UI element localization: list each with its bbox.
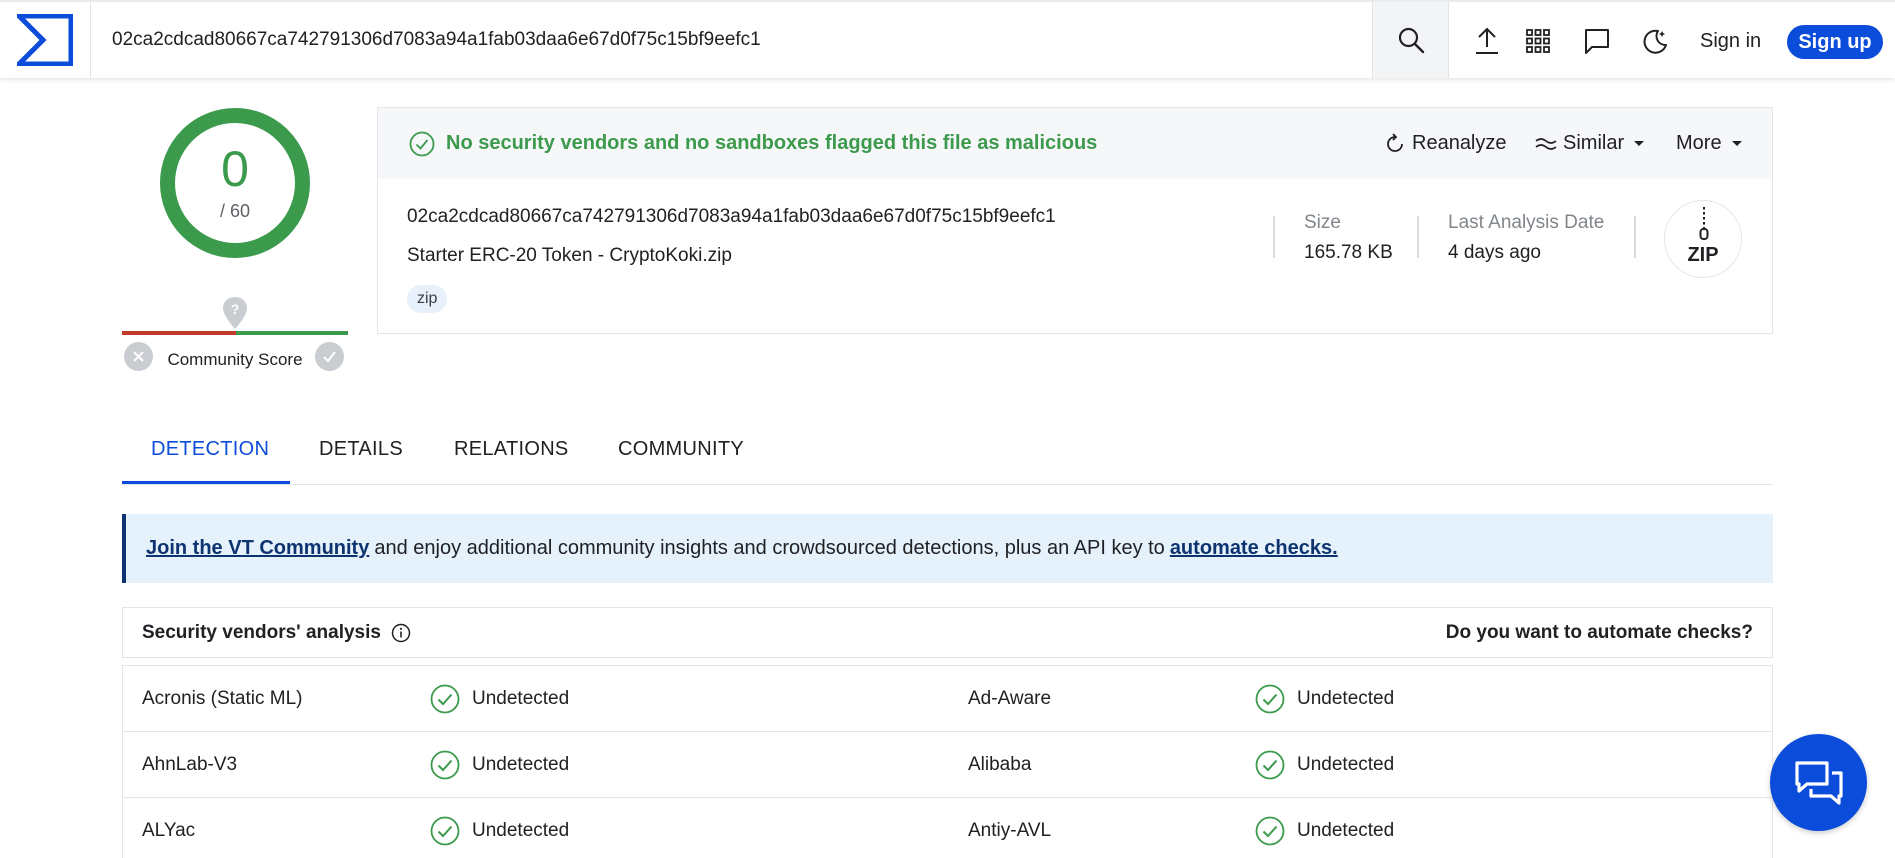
result-label: Undetected <box>1297 754 1395 775</box>
last-analysis-value: 4 days ago <box>1448 242 1541 263</box>
table-row: ALYac Undetected Antiy-AVL Undetected <box>123 798 1772 858</box>
feedback-button[interactable] <box>1582 26 1612 56</box>
check-circle-icon <box>430 750 460 780</box>
status-bar: No security vendors and no sandboxes fla… <box>378 108 1772 179</box>
divider <box>1634 216 1636 258</box>
file-type-label: ZIP <box>1687 244 1719 266</box>
check-circle-icon <box>430 684 460 714</box>
unknown-score-icon: ? <box>223 297 247 329</box>
search-icon <box>1398 27 1424 54</box>
apps-button[interactable] <box>1523 26 1553 56</box>
tab-detection[interactable]: DETECTION <box>151 438 269 461</box>
refresh-icon <box>1387 132 1403 152</box>
chat-bubble-icon <box>1585 29 1609 54</box>
result-label: Undetected <box>1297 820 1395 841</box>
file-hash[interactable]: 02ca2cdcad80667ca742791306d7083a94a1fab0… <box>407 206 1056 228</box>
reanalyze-button[interactable]: Reanalyze <box>1384 108 1507 179</box>
last-analysis-label: Last Analysis Date <box>1448 212 1605 233</box>
upload-icon <box>1476 27 1498 54</box>
similar-icon <box>1535 137 1557 150</box>
detection-count: 0 <box>221 141 249 197</box>
divider <box>1273 216 1275 258</box>
vendor-result: Undetected <box>430 732 569 798</box>
chevron-down-icon <box>1634 141 1645 146</box>
top-bar: 02ca2cdcad80667ca742791306d7083a94a1fab0… <box>0 0 1895 78</box>
reanalyze-label: Reanalyze <box>1412 132 1507 154</box>
theme-toggle-button[interactable] <box>1640 26 1670 56</box>
more-dropdown[interactable]: More <box>1676 108 1742 179</box>
logo-icon <box>17 14 73 66</box>
automate-checks-link[interactable]: automate checks. <box>1170 537 1338 560</box>
check-circle-icon <box>409 131 435 157</box>
vendors-table: Acronis (Static ML) Undetected Ad-Aware … <box>122 665 1773 858</box>
result-label: Undetected <box>472 688 570 709</box>
search-button[interactable] <box>1372 2 1449 78</box>
check-circle-icon <box>1255 816 1285 846</box>
vendor-name: AhnLab-V3 <box>142 754 238 775</box>
community-banner: Join the VT Community and enjoy addition… <box>122 514 1773 583</box>
info-icon[interactable] <box>391 623 411 643</box>
file-tag[interactable]: zip <box>407 285 448 313</box>
file-summary-card: No security vendors and no sandboxes fla… <box>377 107 1773 334</box>
more-label: More <box>1676 132 1722 154</box>
vendor-name: ALYac <box>142 820 196 841</box>
vendor-result: Undetected <box>430 666 569 732</box>
banner-text: and enjoy additional community insights … <box>374 537 1165 559</box>
community-score-label: Community Score <box>167 350 303 369</box>
size-value: 165.78 KB <box>1304 242 1393 263</box>
size-label: Size <box>1304 212 1341 233</box>
similar-dropdown[interactable]: Similar <box>1535 108 1645 179</box>
search-input[interactable]: 02ca2cdcad80667ca742791306d7083a94a1fab0… <box>112 2 761 78</box>
vendors-title-text: Security vendors' analysis <box>142 621 381 643</box>
join-community-link[interactable]: Join the VT Community <box>146 537 369 560</box>
tab-details[interactable]: DETAILS <box>319 438 403 461</box>
svg-text:?: ? <box>231 301 240 317</box>
file-name: Starter ERC-20 Token - CryptoKoki.zip <box>407 245 732 266</box>
sign-in-link[interactable]: Sign in <box>1700 2 1761 78</box>
vendor-result: Undetected <box>1255 666 1394 732</box>
active-tab-indicator <box>122 481 290 484</box>
virustotal-logo[interactable] <box>0 2 91 78</box>
chat-icon <box>1794 760 1843 805</box>
similar-label: Similar <box>1563 132 1625 154</box>
moon-icon <box>1643 29 1667 54</box>
check-circle-icon <box>1255 750 1285 780</box>
community-score-bar-positive <box>236 331 348 335</box>
automate-checks-prompt[interactable]: Do you want to automate checks? <box>1446 622 1753 644</box>
tabs-divider <box>122 484 1773 485</box>
vendors-header: Security vendors' analysis Do you want t… <box>122 607 1773 658</box>
sign-up-button[interactable]: Sign up <box>1787 25 1883 59</box>
vendor-name: Antiy-AVL <box>968 820 1052 841</box>
chat-support-button[interactable] <box>1770 734 1867 831</box>
check-circle-icon <box>1255 684 1285 714</box>
table-row: Acronis (Static ML) Undetected Ad-Aware … <box>123 666 1772 732</box>
table-row: AhnLab-V3 Undetected Alibaba Undetected <box>123 732 1772 798</box>
vendor-result: Undetected <box>1255 732 1394 798</box>
chevron-down-icon <box>1731 141 1742 146</box>
vendor-name: Acronis (Static ML) <box>142 688 303 709</box>
vendor-name: Ad-Aware <box>968 688 1052 709</box>
community-score-bar-negative <box>122 331 236 335</box>
vendor-name: Alibaba <box>968 754 1032 775</box>
tab-community[interactable]: COMMUNITY <box>618 438 744 461</box>
check-icon <box>323 351 336 363</box>
result-label: Undetected <box>1297 688 1395 709</box>
result-label: Undetected <box>472 820 570 841</box>
vendor-result: Undetected <box>1255 798 1394 858</box>
check-circle-icon <box>430 816 460 846</box>
vendor-result: Undetected <box>430 798 569 858</box>
zip-file-icon <box>1699 207 1709 240</box>
vote-harmless-button[interactable] <box>315 342 344 371</box>
detection-total: / 60 <box>219 201 251 221</box>
result-label: Undetected <box>472 754 570 775</box>
tab-relations[interactable]: RELATIONS <box>454 438 569 461</box>
divider <box>1417 216 1419 258</box>
vendors-title: Security vendors' analysis <box>142 622 411 644</box>
verdict-status: No security vendors and no sandboxes fla… <box>446 132 1098 154</box>
grid-icon <box>1526 29 1550 53</box>
upload-button[interactable] <box>1472 26 1502 56</box>
